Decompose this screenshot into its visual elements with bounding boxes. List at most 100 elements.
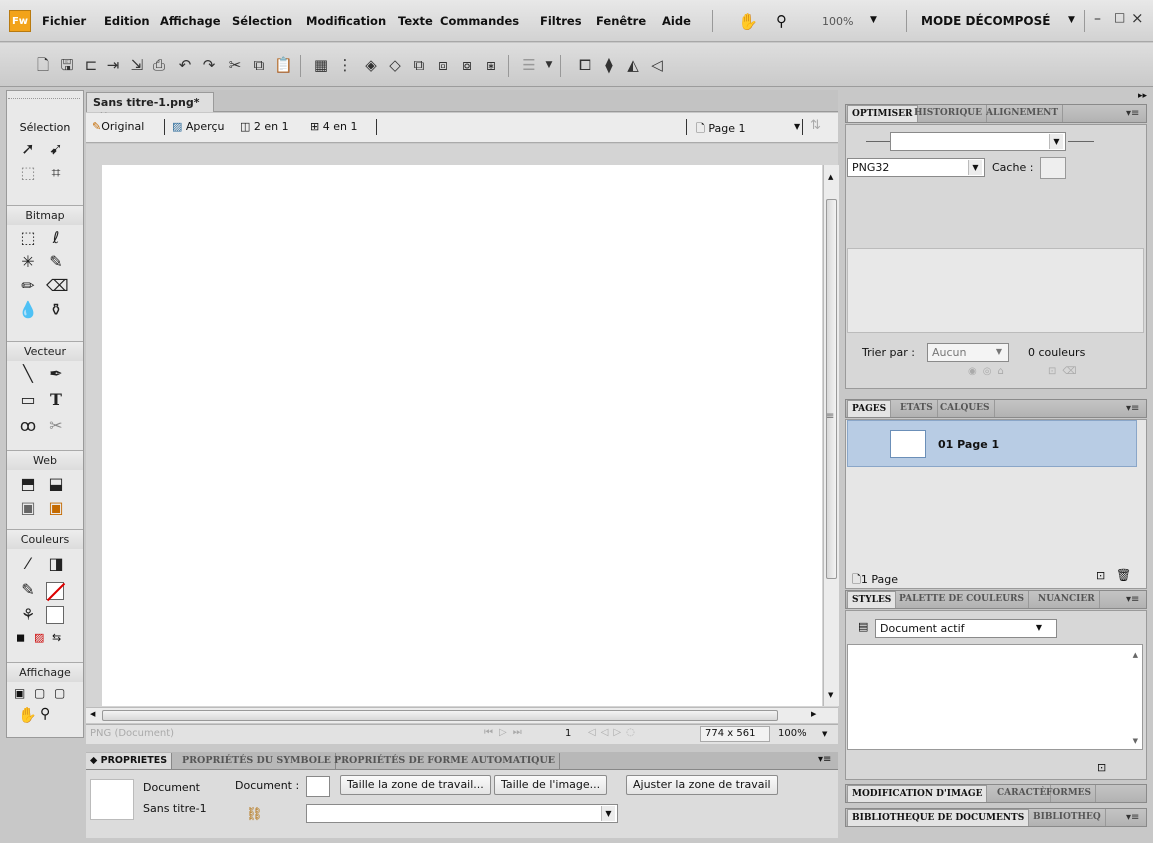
collapse-dock-icon[interactable]: ▸▸ [1138, 91, 1147, 101]
tab-nuancier[interactable]: NUANCIER [1034, 591, 1100, 608]
send-back-icon[interactable]: ⧆ [482, 56, 500, 74]
color-actions-icons[interactable]: ⊡⌫ [1048, 366, 1083, 377]
tab-proprietes-forme[interactable]: PROPRIÉTÉS DE FORME AUTOMATIQUE [330, 753, 560, 769]
optimize-preset-select[interactable]: ▼ [890, 132, 1066, 151]
horizontal-scrollbar[interactable]: ◀ ▶ [86, 707, 838, 723]
hide-hotspots-icon[interactable]: ▣ [18, 498, 38, 518]
scale-icon[interactable]: ⬚ [18, 163, 38, 183]
vertical-scrollbar[interactable]: ▲ ▼ ≡ [823, 165, 839, 706]
panel-grip[interactable] [8, 98, 80, 102]
redo-icon[interactable]: ↷ [200, 56, 218, 74]
fill-color-icon[interactable]: ⚘ [18, 605, 38, 625]
send-backward-icon[interactable]: ⧇ [458, 56, 476, 74]
export-icon[interactable]: ⇲ [128, 56, 146, 74]
maximize-button[interactable]: □ [1114, 10, 1125, 24]
print-icon[interactable]: ⎙ [150, 56, 168, 74]
view-original-tab[interactable]: ✎Original [92, 120, 144, 133]
sort-select[interactable]: Aucun ▼ [927, 343, 1009, 362]
eraser-icon[interactable]: ⌫ [46, 276, 69, 296]
chevron-down-icon[interactable]: ▼ [1068, 15, 1075, 25]
subselect-icon[interactable]: ➹ [46, 139, 66, 159]
copy-icon[interactable]: ⧉ [250, 56, 268, 74]
tab-bibliotheque-documents[interactable]: BIBLIOTHEQUE DE DOCUMENTS [847, 809, 1030, 826]
full-screen-icon[interactable]: ▢ [54, 686, 65, 700]
chevron-down-icon[interactable]: ▼ [794, 122, 800, 131]
tab-etats[interactable]: ETATS [896, 400, 938, 417]
save-icon[interactable]: 🖫 [58, 56, 76, 74]
chevron-down-icon[interactable]: ▼ [822, 730, 827, 738]
zoom-select[interactable]: 100% [822, 15, 853, 28]
frame-nav[interactable]: ◁◁▷◌ [588, 727, 640, 738]
align-icon[interactable]: ☰ [520, 56, 538, 74]
tab-formes[interactable]: FORMES [1042, 785, 1097, 802]
page-up-icon[interactable]: ⇅ [810, 118, 821, 133]
menu-edition[interactable]: Edition [104, 14, 150, 28]
tab-proprietes-symbole[interactable]: PROPRIÉTÉS DU SYMBOLE [178, 753, 336, 769]
pointer-icon[interactable]: ➚ [18, 139, 38, 159]
canvas-size-button[interactable]: Taille la zone de travail... [340, 775, 491, 795]
new-style-icon[interactable]: ⊡ [1097, 761, 1106, 774]
scroll-right-icon[interactable]: ▶ [811, 710, 816, 718]
group-icon[interactable]: ▦ [312, 56, 330, 74]
tab-modification-image[interactable]: MODIFICATION D'IMAGE [847, 785, 988, 802]
brush-icon[interactable]: ✎ [46, 252, 66, 272]
menu-fenetre[interactable]: Fenêtre [596, 14, 646, 28]
tab-alignement[interactable]: ALIGNEMENT [982, 105, 1064, 122]
bring-front-icon[interactable]: ⧉ [410, 56, 428, 74]
menu-affichage[interactable]: Affichage [160, 14, 221, 28]
view-2up-tab[interactable]: ◫ 2 en 1 [240, 120, 289, 133]
document-tab[interactable]: Sans titre-1.png* × [86, 92, 214, 122]
stroke-color-swatch[interactable] [46, 582, 66, 602]
panel-menu-icon[interactable]: ▾≡ [1126, 594, 1139, 605]
marquee-icon[interactable]: ⬚ [18, 228, 38, 248]
tab-pages[interactable]: PAGES [847, 400, 892, 417]
zoom-level[interactable]: 100% [778, 728, 807, 739]
tab-proprietes[interactable]: ◆ PROPRIETES [86, 753, 173, 769]
show-hotspots-icon[interactable]: ▣ [46, 498, 66, 518]
page-select[interactable]: 🗋 Page 1 [696, 120, 745, 139]
pencil-icon[interactable]: ✏ [18, 276, 38, 296]
cut-icon[interactable]: ✂ [226, 56, 244, 74]
view-4up-tab[interactable]: ⊞ 4 en 1 [310, 120, 357, 133]
split-icon[interactable]: ◇ [386, 56, 404, 74]
lasso-icon[interactable]: ℓ [46, 228, 66, 248]
full-screen-menu-icon[interactable]: ▢ [34, 686, 45, 700]
scroll-up-icon[interactable]: ▲ [1133, 651, 1138, 659]
standard-mode-icon[interactable]: ▣ [14, 686, 25, 700]
export-format-select[interactable]: PNG32 ▼ [847, 158, 985, 177]
zoom-tool-icon[interactable]: ⚲ [40, 706, 50, 722]
tab-palette-couleurs[interactable]: PALETTE DE COULEURS [895, 591, 1030, 608]
fit-canvas-button[interactable]: Ajuster la zone de travail [626, 775, 778, 795]
view-preview-tab[interactable]: ▨ Aperçu [172, 120, 224, 133]
panel-menu-icon[interactable]: ▾≡ [1126, 812, 1139, 823]
crop-icon[interactable]: ⌗ [46, 163, 66, 183]
text-icon[interactable]: T [46, 390, 66, 410]
flip-vertical-icon[interactable]: ◁ [648, 56, 666, 74]
paint-bucket-icon[interactable]: ◨ [46, 554, 66, 574]
import-icon[interactable]: ⇥ [104, 56, 122, 74]
knife-icon[interactable]: ✂ [46, 416, 66, 436]
menu-filtres[interactable]: Filtres [540, 14, 582, 28]
tab-optimiser[interactable]: OPTIMISER [847, 105, 918, 122]
blur-icon[interactable]: 💧 [18, 300, 38, 320]
tab-styles[interactable]: STYLES [847, 591, 897, 608]
slice-icon[interactable]: ⬓ [46, 474, 66, 494]
new-icon[interactable]: 🗋 [34, 56, 52, 74]
menu-commandes[interactable]: Commandes [440, 14, 519, 28]
join-icon[interactable]: ◈ [362, 56, 380, 74]
styles-library-select[interactable]: Document actif ▼ [875, 619, 1057, 638]
styles-list[interactable]: ▲ ▼ [847, 644, 1143, 750]
open-icon[interactable]: ⊏ [82, 56, 100, 74]
new-page-icon[interactable]: ⊡ [1096, 569, 1105, 582]
flip-horizontal-icon[interactable]: ◭ [624, 56, 642, 74]
color-tools-icons[interactable]: ◉◎⌂ [968, 366, 1010, 377]
magic-wand-icon[interactable]: ✳ [18, 252, 38, 272]
rotate-icon[interactable]: ⧠ [576, 56, 594, 74]
image-size-button[interactable]: Taille de l'image... [494, 775, 608, 795]
menu-modification[interactable]: Modification [306, 14, 386, 28]
freeform-icon[interactable]: ꝏ [18, 416, 38, 436]
rubber-stamp-icon[interactable]: ⚱ [46, 300, 66, 320]
zoom-icon[interactable]: ⚲ [776, 12, 787, 30]
scrollbar-thumb[interactable] [102, 710, 778, 721]
chevron-down-icon[interactable]: ▼ [870, 15, 877, 25]
